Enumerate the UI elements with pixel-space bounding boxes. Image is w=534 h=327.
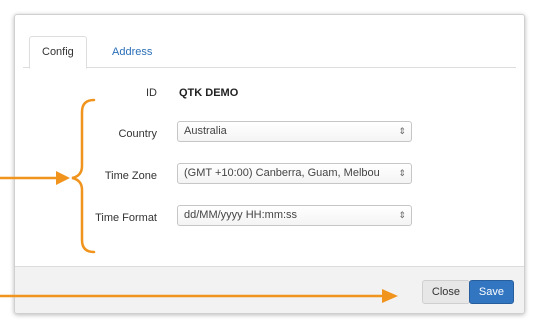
country-select[interactable]: Australia ⇕ — [177, 121, 412, 142]
timezone-select[interactable]: (GMT +10:00) Canberra, Guam, Melbou ⇕ — [177, 163, 412, 184]
timezone-select-value: (GMT +10:00) Canberra, Guam, Melbou — [184, 167, 380, 179]
up-down-caret-icon: ⇕ — [396, 164, 406, 183]
settings-modal: Config Address ID QTK DEMO Country Austr… — [14, 14, 525, 314]
save-button[interactable]: Save — [468, 280, 514, 304]
close-button[interactable]: Close — [421, 280, 470, 304]
modal-footer: Close Save — [15, 266, 524, 313]
tab-address[interactable]: Address — [99, 36, 165, 69]
timeformat-select[interactable]: dd/MM/yyyy HH:mm:ss ⇕ — [177, 205, 412, 226]
country-select-value: Australia — [184, 125, 227, 137]
up-down-caret-icon: ⇕ — [396, 206, 406, 225]
tab-bar: Config Address — [23, 36, 516, 69]
timezone-label: Time Zone — [104, 170, 157, 182]
page: Config Address ID QTK DEMO Country Austr… — [0, 0, 534, 327]
timeformat-select-value: dd/MM/yyyy HH:mm:ss — [184, 209, 298, 221]
id-value: QTK DEMO — [179, 87, 239, 99]
up-down-caret-icon: ⇕ — [396, 122, 406, 141]
id-label: ID — [146, 87, 157, 99]
tab-config[interactable]: Config — [29, 36, 87, 69]
timeformat-label: Time Format — [95, 212, 157, 224]
country-label: Country — [118, 128, 157, 140]
